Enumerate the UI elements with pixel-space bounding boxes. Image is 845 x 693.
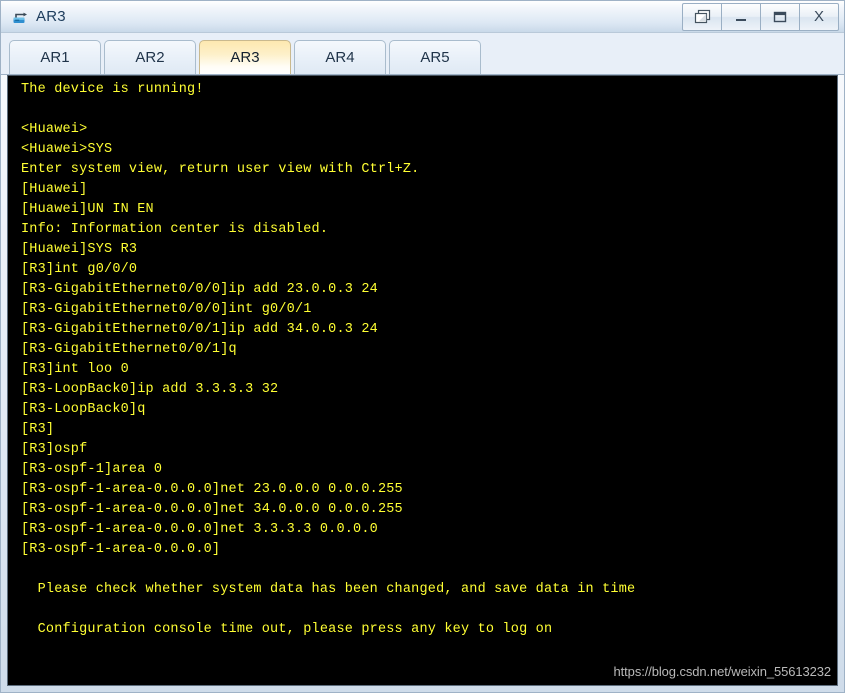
console-line: [R3-ospf-1-area-0.0.0.0]net 23.0.0.0 0.0… [21,482,403,497]
close-button[interactable]: X [800,4,838,30]
tab-ar1[interactable]: AR1 [9,40,101,74]
app-window: AR3 X AR1 AR2 AR3 AR4 AR5 The device is … [0,0,845,693]
console-line: <Huawei>SYS [21,142,113,157]
console-line: [R3-LoopBack0]q [21,402,146,417]
console-line: [Huawei] [21,182,88,197]
tab-ar4[interactable]: AR4 [294,40,386,74]
window-controls: X [682,2,839,31]
console-line: The device is running! [21,82,204,97]
console-line: [Huawei]SYS R3 [21,242,138,257]
console-line: Enter system view, return user view with… [21,162,420,177]
close-icon: X [813,8,824,25]
console-line: [R3-GigabitEthernet0/0/1]q [21,342,237,357]
console-line: Info: Information center is disabled. [21,222,329,237]
tab-bar: AR1 AR2 AR3 AR4 AR5 [1,33,844,75]
tab-label: AR1 [40,49,70,66]
console-lines: The device is running! <Huawei> <Huawei>S… [8,80,837,640]
window-title: AR3 [36,8,66,25]
console-line: [R3-GigabitEthernet0/0/0]ip add 23.0.0.3… [21,282,378,297]
console-line: <Huawei> [21,122,88,137]
router-device-icon [11,8,29,26]
tab-label: AR4 [325,49,355,66]
console-line: [R3-ospf-1-area-0.0.0.0]net 3.3.3.3 0.0.… [21,522,378,537]
tab-ar2[interactable]: AR2 [104,40,196,74]
console-line: Please check whether system data has bee… [21,582,636,597]
tab-label: AR2 [135,49,165,66]
console-line: Configuration console time out, please p… [21,622,553,637]
console-line: [R3] [21,422,55,437]
maximize-icon [772,10,788,24]
tab-ar5[interactable]: AR5 [389,40,481,74]
console-line: [R3-ospf-1]area 0 [21,462,163,477]
console-line: [R3-LoopBack0]ip add 3.3.3.3 32 [21,382,279,397]
title-bar-left: AR3 [11,8,682,26]
watermark-text: https://blog.csdn.net/weixin_55613232 [613,664,832,679]
minimize-icon [733,11,749,23]
console-line: [R3]ospf [21,442,88,457]
title-bar: AR3 X [1,1,844,33]
console-line: [R3-GigabitEthernet0/0/0]int g0/0/1 [21,302,312,317]
tab-label: AR5 [420,49,450,66]
restore-cascade-button[interactable] [683,3,722,30]
terminal-container: The device is running! <Huawei> <Huawei>S… [1,75,844,692]
tab-label: AR3 [230,49,260,66]
console-line: [R3]int g0/0/0 [21,262,138,277]
console-line: [R3-ospf-1-area-0.0.0.0]net 34.0.0.0 0.0… [21,502,403,517]
minimize-button[interactable] [722,3,761,30]
maximize-button[interactable] [761,3,800,30]
console-output-panel[interactable]: The device is running! <Huawei> <Huawei>S… [7,75,838,686]
console-line: [R3]int loo 0 [21,362,129,377]
console-line: [R3-ospf-1-area-0.0.0.0] [21,542,221,557]
tab-ar3[interactable]: AR3 [199,40,291,74]
console-line: [Huawei]UN IN EN [21,202,154,217]
cascade-windows-icon [694,9,711,24]
console-line: [R3-GigabitEthernet0/0/1]ip add 34.0.0.3… [21,322,378,337]
